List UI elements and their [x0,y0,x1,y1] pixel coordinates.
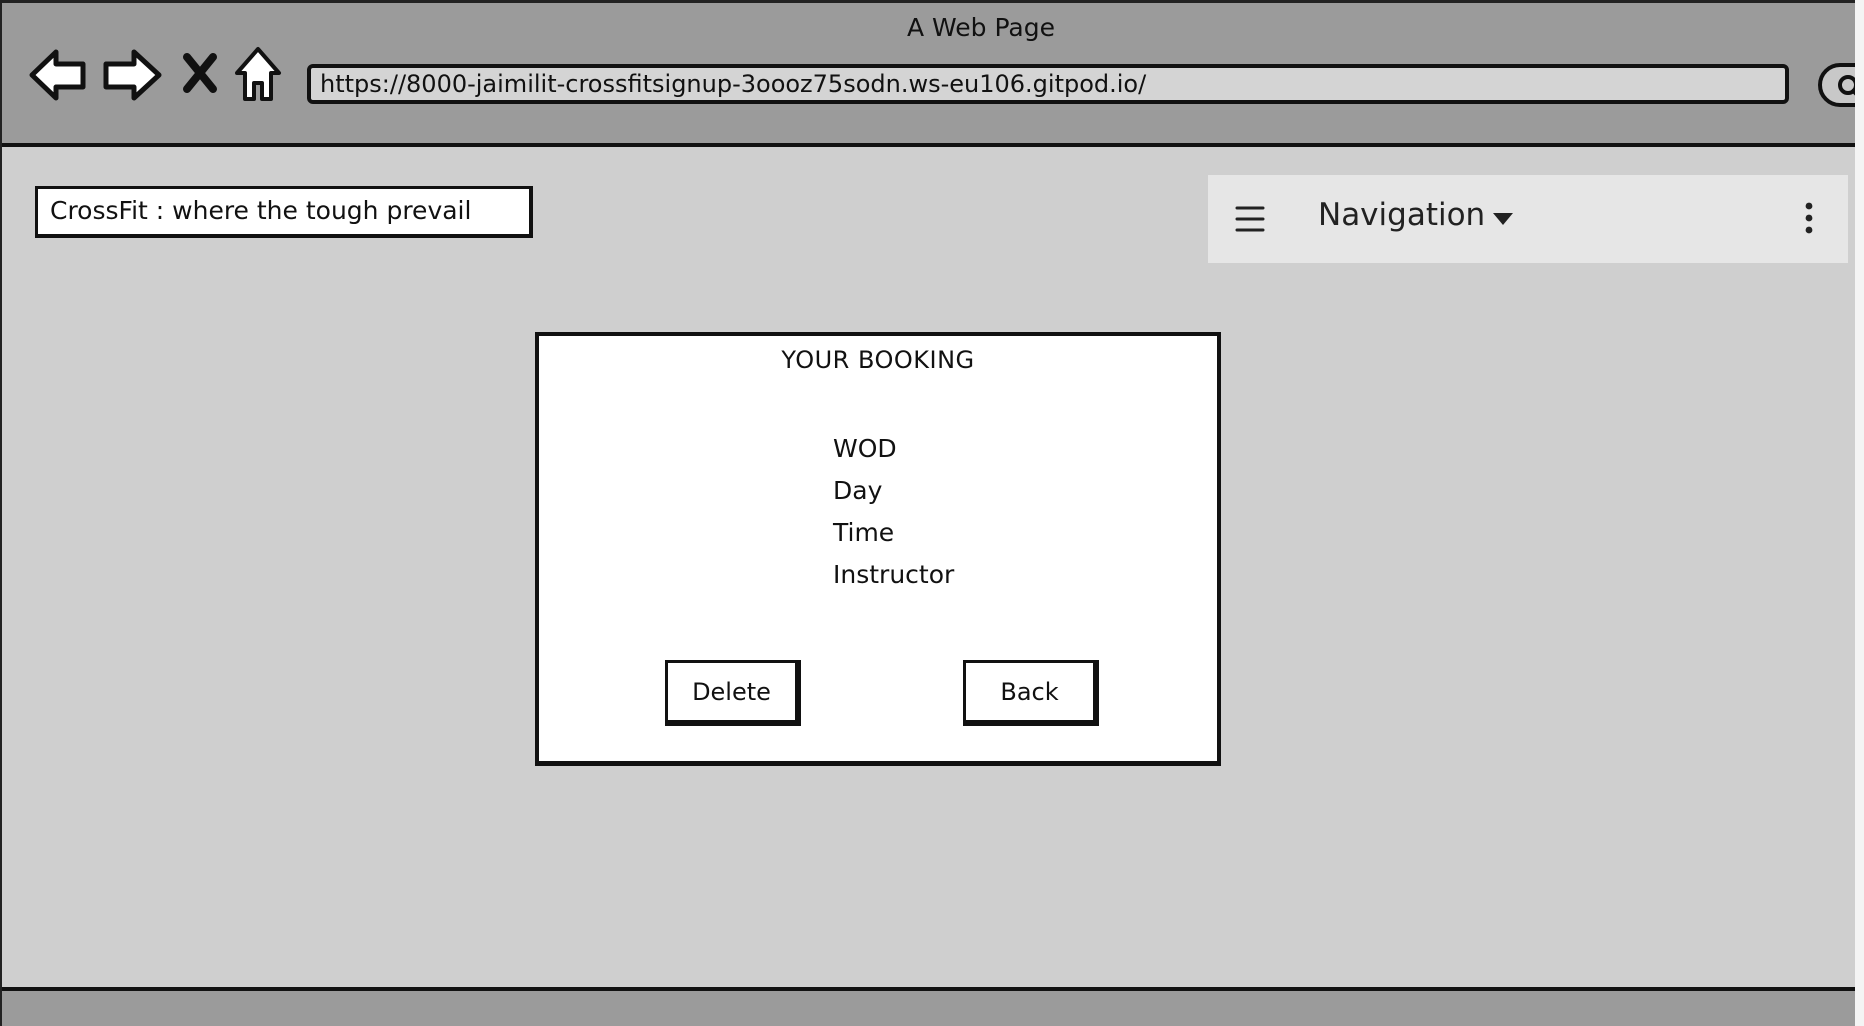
booking-title: YOUR BOOKING [781,346,975,374]
browser-window: A Web Page https://8000-jaimilit-crossfi… [0,0,1864,1026]
booking-detail-day: Day [833,476,883,505]
browser-toolbar: A Web Page https://8000-jaimilit-crossfi… [2,3,1864,147]
kebab-menu-icon[interactable] [1803,201,1815,235]
hamburger-menu-icon[interactable] [1235,205,1265,233]
booking-detail-instructor: Instructor [833,560,955,589]
booking-details: WOD Day Time Instructor [833,428,954,596]
browser-status-bar [2,987,1857,1026]
booking-panel: YOUR BOOKING WOD Day Time Instructor Del… [535,332,1221,766]
booking-detail-time: Time [833,518,895,547]
back-button[interactable]: Back [963,660,1099,726]
window-title: A Web Page [906,13,1056,42]
caret-down-icon[interactable] [1492,212,1514,226]
booking-detail-wod: WOD [833,434,897,463]
navigation-label[interactable]: Navigation [1318,197,1485,233]
navigation-bar[interactable]: Navigation [1208,175,1848,263]
address-bar[interactable]: https://8000-jaimilit-crossfitsignup-3oo… [307,64,1789,104]
browser-mockup: A Web Page https://8000-jaimilit-crossfi… [0,0,1864,1026]
home-icon[interactable] [233,45,283,103]
back-arrow-icon[interactable] [28,47,88,103]
page-edge [1855,0,1864,1026]
stop-icon[interactable] [182,53,218,93]
site-tagline: CrossFit : where the tough prevail [35,186,533,238]
forward-arrow-icon[interactable] [101,47,163,103]
delete-button[interactable]: Delete [665,660,801,726]
